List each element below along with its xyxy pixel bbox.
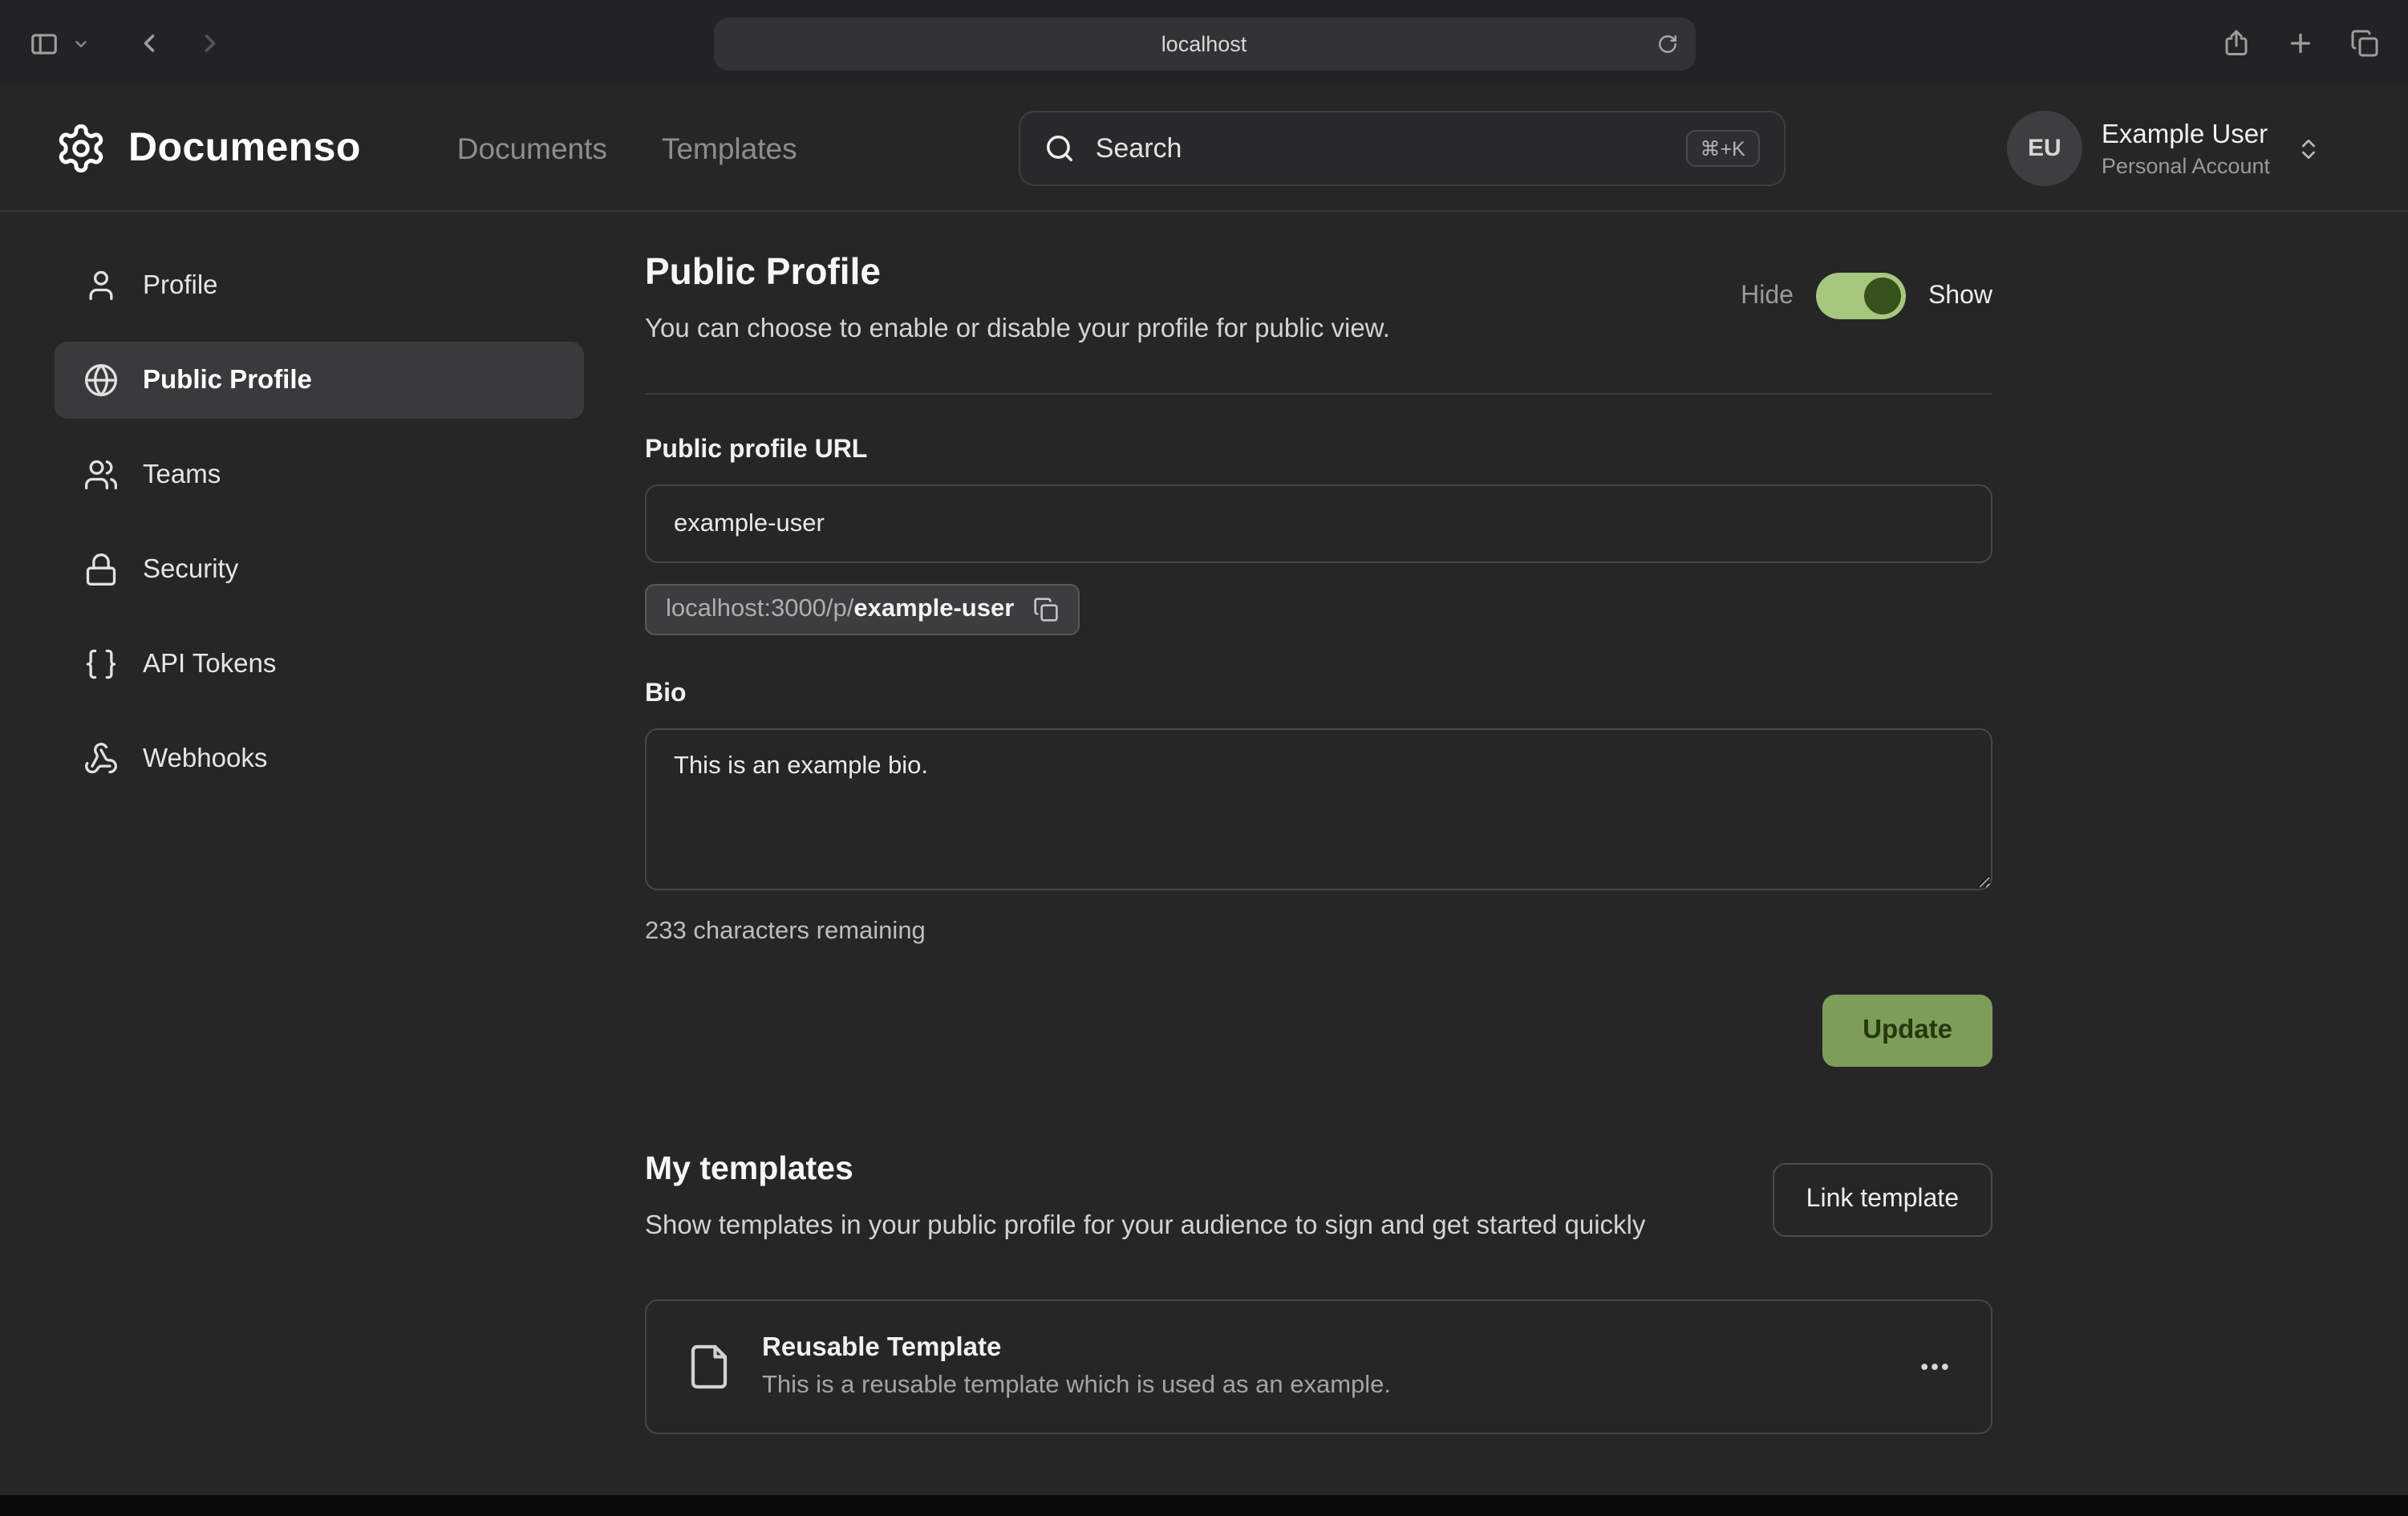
show-label: Show — [1928, 282, 1992, 310]
user-info: Example User Personal Account — [2102, 120, 2270, 177]
my-templates-title: My templates — [645, 1150, 1645, 1189]
sidebar-item-security[interactable]: Security — [55, 531, 584, 608]
sidebar-item-webhooks[interactable]: Webhooks — [55, 720, 584, 797]
search-shortcut-badge: ⌘+K — [1685, 130, 1759, 167]
user-menu[interactable]: EU Example User Personal Account — [2007, 111, 2321, 186]
app-body: Profile Public Profile Teams Security — [0, 212, 2408, 1495]
my-templates-header: My templates Show templates in your publ… — [645, 1150, 1992, 1247]
browser-left-controls — [29, 28, 334, 59]
page-header: Public Profile You can choose to enable … — [645, 247, 1992, 345]
page-subtitle: You can choose to enable or disable your… — [645, 314, 1390, 345]
app-header: Documenso Documents Templates Search ⌘+K… — [0, 87, 2408, 212]
settings-sidebar: Profile Public Profile Teams Security — [55, 247, 584, 1495]
profile-visibility-toggle[interactable] — [1816, 273, 1906, 319]
public-profile-url-input[interactable] — [645, 484, 1992, 563]
chevron-down-icon[interactable] — [72, 34, 90, 52]
documenso-logo-icon — [55, 122, 107, 175]
update-row: Update — [645, 995, 1992, 1067]
page-title: Public Profile — [645, 250, 1390, 294]
back-button-icon[interactable] — [135, 29, 164, 58]
globe-icon — [83, 363, 119, 398]
browser-chrome: localhost — [0, 0, 2408, 87]
template-name: Reusable Template — [762, 1332, 1391, 1363]
sidebar-toggle-icon[interactable] — [29, 28, 59, 59]
sidebar-item-label: Webhooks — [143, 744, 267, 774]
app-window: localhost Documenso — [0, 0, 2408, 1516]
my-templates-texts: My templates Show templates in your publ… — [645, 1150, 1645, 1247]
my-templates-description: Show templates in your public profile fo… — [645, 1206, 1645, 1247]
file-icon — [685, 1342, 733, 1390]
profile-visibility-control: Hide Show — [1741, 273, 1992, 319]
new-tab-icon[interactable] — [2286, 29, 2315, 58]
braces-icon — [83, 647, 119, 682]
browser-right-controls — [2074, 29, 2379, 58]
forward-button-icon[interactable] — [196, 29, 225, 58]
sidebar-item-label: Security — [143, 554, 238, 585]
user-icon — [83, 268, 119, 303]
brand-name: Documenso — [128, 125, 361, 172]
section-divider — [645, 393, 1992, 395]
template-description: This is a reusable template which is use… — [762, 1371, 1391, 1400]
page-header-texts: Public Profile You can choose to enable … — [645, 247, 1390, 345]
sidebar-item-public-profile[interactable]: Public Profile — [55, 342, 584, 419]
user-name: Example User — [2102, 120, 2270, 150]
ellipsis-menu-icon[interactable] — [1917, 1348, 1952, 1384]
sidebar-item-label: API Tokens — [143, 649, 276, 679]
link-template-button[interactable]: Link template — [1773, 1163, 1992, 1237]
search-placeholder: Search — [1096, 132, 1182, 164]
address-field[interactable]: localhost — [713, 17, 1695, 70]
tabs-overview-icon[interactable] — [2350, 29, 2379, 58]
bottom-strip — [0, 1495, 2408, 1516]
bio-label: Bio — [645, 680, 1992, 709]
public-profile-url-label: Public profile URL — [645, 436, 1992, 465]
characters-remaining: 233 characters remaining — [645, 918, 1992, 946]
template-list-item: Reusable Template This is a reusable tem… — [645, 1299, 1992, 1433]
my-templates-section: My templates Show templates in your publ… — [645, 1150, 1992, 1433]
search-icon — [1044, 133, 1075, 164]
nav-documents[interactable]: Documents — [457, 131, 607, 166]
user-account-type: Personal Account — [2102, 153, 2270, 177]
hide-label: Hide — [1741, 282, 1794, 310]
update-button[interactable]: Update — [1822, 995, 1992, 1067]
webhook-icon — [83, 741, 119, 776]
chevrons-up-down-icon — [2296, 136, 2321, 161]
template-texts: Reusable Template This is a reusable tem… — [762, 1332, 1391, 1400]
profile-link-slug: example-user — [853, 595, 1014, 622]
sidebar-item-label: Teams — [143, 460, 221, 490]
brand[interactable]: Documenso — [55, 122, 361, 175]
toggle-knob — [1864, 278, 1901, 314]
lock-icon — [83, 552, 119, 587]
top-nav: Documents Templates — [457, 131, 797, 166]
nav-templates[interactable]: Templates — [662, 131, 797, 166]
profile-link-text: localhost:3000/p/example-user — [666, 595, 1014, 624]
url-text: localhost — [1161, 31, 1247, 55]
copy-icon[interactable] — [1033, 597, 1059, 622]
bio-textarea[interactable]: This is an example bio. — [645, 728, 1992, 890]
share-icon[interactable] — [2222, 29, 2251, 58]
search-input[interactable]: Search ⌘+K — [1019, 111, 1786, 186]
sidebar-item-label: Profile — [143, 270, 218, 301]
users-icon — [83, 457, 119, 492]
profile-link-chip[interactable]: localhost:3000/p/example-user — [645, 584, 1080, 635]
reload-icon[interactable] — [1656, 33, 1677, 54]
url-bar: localhost — [334, 17, 2074, 70]
sidebar-item-teams[interactable]: Teams — [55, 436, 584, 513]
sidebar-item-profile[interactable]: Profile — [55, 247, 584, 324]
sidebar-item-api-tokens[interactable]: API Tokens — [55, 626, 584, 703]
main-content: Public Profile You can choose to enable … — [645, 247, 1992, 1495]
sidebar-item-label: Public Profile — [143, 365, 312, 395]
avatar: EU — [2007, 111, 2082, 186]
